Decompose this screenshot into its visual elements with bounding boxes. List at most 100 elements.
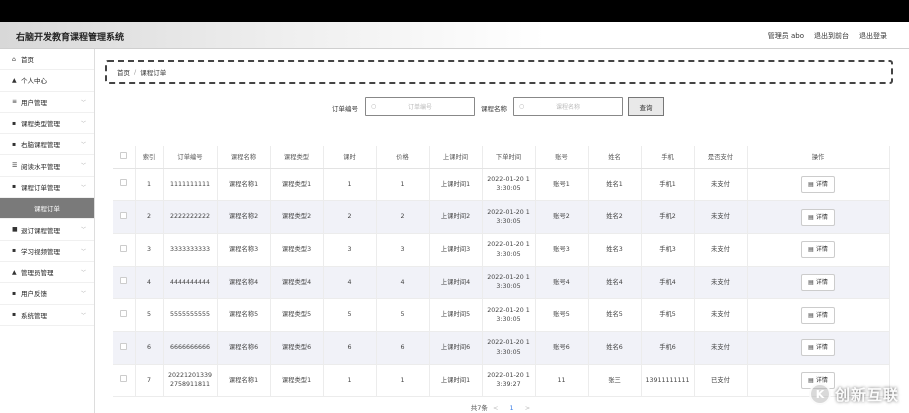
row-checkbox[interactable]	[120, 179, 128, 187]
order-time-time: 3:30:05	[496, 185, 521, 193]
sidebar-item-12[interactable]: ▪ 系统管理 ﹀	[0, 305, 94, 326]
cell-course: 课程名称1	[217, 168, 271, 202]
actions-cell: ▤ 详情	[747, 331, 890, 365]
document-icon: ▤	[808, 278, 814, 286]
actions-cell: ▤ 详情	[747, 266, 890, 300]
actions-cell: ▤ 详情	[747, 168, 890, 202]
sidebar-item-1[interactable]: ▲ 个人中心	[0, 70, 94, 92]
chevron-down-icon: ﹀	[80, 269, 86, 276]
app-header: 右脑开发教育课程管理系统 管理员 abo 退出到前台 退出登录	[0, 22, 909, 49]
sidebar-item-label: 用户反馈	[21, 290, 47, 299]
column-header: 上课时间	[429, 146, 483, 169]
cell-name: 姓名1	[588, 168, 642, 202]
cell-price: 1	[376, 168, 430, 202]
sidebar-item-3[interactable]: ▪ 课程类型管理 ﹀	[0, 113, 94, 135]
order-number-placeholder: 订单编号	[407, 104, 432, 111]
watermark-logo-icon: K	[808, 383, 831, 405]
row-checkbox[interactable]	[120, 211, 128, 219]
row-checkbox[interactable]	[120, 375, 128, 383]
row-select-cell	[113, 168, 136, 202]
cell-class-time: 上课时间4	[429, 266, 483, 300]
detail-label: 详情	[815, 180, 828, 188]
current-page-button[interactable]: 1	[510, 404, 514, 412]
row-checkbox[interactable]	[120, 342, 128, 350]
grid-icon: ▪	[12, 183, 17, 191]
detail-button[interactable]: ▤ 详情	[801, 306, 835, 324]
table-row: 5 5555555555 课程名称5 课程类型5 5 5 上课时间5 2022-01-20 1…	[113, 298, 890, 332]
detail-button[interactable]: ▤ 详情	[801, 175, 835, 193]
order-time-time: 3:30:05	[496, 316, 521, 324]
order-time-date: 2022-01-20 1	[487, 273, 530, 281]
cell-idx: 6	[135, 331, 164, 365]
cell-hours: 2	[323, 200, 377, 234]
logout-link[interactable]: 退出登录	[859, 31, 887, 41]
watermark: K 创新互联	[808, 383, 899, 405]
select-all-checkbox[interactable]	[113, 146, 136, 169]
column-header: 价格	[376, 146, 430, 169]
grid-icon: ▪	[12, 140, 17, 148]
order-time-cell: 2022-01-20 1 3:30:05	[482, 233, 536, 267]
order-number-input[interactable]: ○ 订单编号	[365, 97, 475, 116]
prev-page-button[interactable]: <	[493, 404, 498, 412]
cell-name: 姓名2	[588, 200, 642, 234]
document-icon: ▤	[808, 213, 814, 221]
actions-cell: ▤ 详情	[747, 298, 890, 332]
column-header: 课程名称	[217, 146, 271, 169]
detail-button[interactable]: ▤ 详情	[801, 208, 835, 226]
sidebar-item-label: 退订课程管理	[21, 226, 60, 235]
sidebar-item-label: 课程订单管理	[21, 183, 60, 192]
detail-label: 详情	[815, 246, 828, 254]
order-time-cell: 2022-01-20 1 3:30:05	[482, 200, 536, 234]
query-button[interactable]: 查询	[628, 97, 664, 116]
sidebar-item-2[interactable]: ≡ 用户管理 ﹀	[0, 92, 94, 113]
sidebar: ⌂ 首页 ▲ 个人中心 ≡ 用户管理 ﹀ ▪ 课程类型管理 ﹀ ▪ 右脑课程管理 ﹀ ☰ 阅读水平管理 ﹀ ▪ 课…	[0, 49, 95, 413]
column-header: 下单时间	[482, 146, 536, 169]
cell-phone: 手机4	[641, 266, 695, 300]
sidebar-item-9[interactable]: ▪ 学习视频管理 ﹀	[0, 241, 94, 262]
order-time-cell: 2022-01-20 1 3:30:05	[482, 266, 536, 300]
cell-type: 课程类型6	[270, 331, 324, 365]
to-front-link[interactable]: 退出到前台	[814, 31, 849, 41]
row-checkbox[interactable]	[120, 244, 128, 252]
list-icon: ≡	[12, 98, 18, 106]
cell-order: 1111111111	[163, 168, 218, 202]
order-time-cell: 2022-01-20 1 3:39:27	[482, 364, 536, 398]
cell-course: 课程名称3	[217, 233, 271, 267]
sidebar-item-8[interactable]: ■ 退订课程管理 ﹀	[0, 219, 94, 241]
sidebar-item-label: 阅读水平管理	[21, 162, 60, 171]
next-page-button[interactable]: >	[525, 404, 530, 412]
sidebar-item-label: 用户管理	[21, 98, 47, 107]
sidebar-item-10[interactable]: ▲ 管理员管理 ﹀	[0, 262, 94, 284]
cell-phone: 手机5	[641, 298, 695, 332]
cell-class-time: 上课时间2	[429, 200, 483, 234]
sidebar-item-0[interactable]: ⌂ 首页	[0, 49, 94, 71]
sliders-icon: ☰	[12, 162, 18, 170]
order-time-date: 2022-01-20 1	[487, 372, 530, 380]
detail-button[interactable]: ▤ 详情	[801, 241, 835, 259]
cell-order: 2222222222	[163, 200, 218, 234]
detail-button[interactable]: ▤ 详情	[801, 339, 835, 357]
column-header: 课时	[323, 146, 377, 169]
cell-paid: 已支付	[694, 364, 748, 398]
cell-phone: 13911111111	[641, 364, 695, 398]
sidebar-item-7[interactable]: 课程订单	[0, 198, 94, 220]
checkbox[interactable]	[120, 152, 128, 160]
row-select-cell	[113, 298, 136, 332]
sidebar-item-11[interactable]: ▪ 用户反馈 ﹀	[0, 283, 94, 305]
row-checkbox[interactable]	[120, 277, 128, 285]
cell-hours: 6	[323, 331, 377, 365]
cell-type: 课程类型1	[270, 168, 324, 202]
document-icon: ▤	[808, 180, 814, 188]
chevron-down-icon: ﹀	[80, 99, 86, 106]
watermark-text: 创新互联	[834, 385, 899, 404]
sidebar-item-4[interactable]: ▪ 右脑课程管理 ﹀	[0, 134, 94, 156]
row-checkbox[interactable]	[120, 309, 128, 317]
breadcrumb-home[interactable]: 首页	[117, 67, 130, 77]
chevron-down-icon: ﹀	[80, 142, 86, 149]
sidebar-item-6[interactable]: ▪ 课程订单管理 ﹀	[0, 177, 94, 199]
cell-class-time: 上课时间1	[429, 168, 483, 202]
cell-name: 姓名3	[588, 233, 642, 267]
sidebar-item-5[interactable]: ☰ 阅读水平管理 ﹀	[0, 155, 94, 177]
course-name-input[interactable]: ○ 课程名称	[513, 97, 623, 116]
detail-button[interactable]: ▤ 详情	[801, 273, 835, 291]
